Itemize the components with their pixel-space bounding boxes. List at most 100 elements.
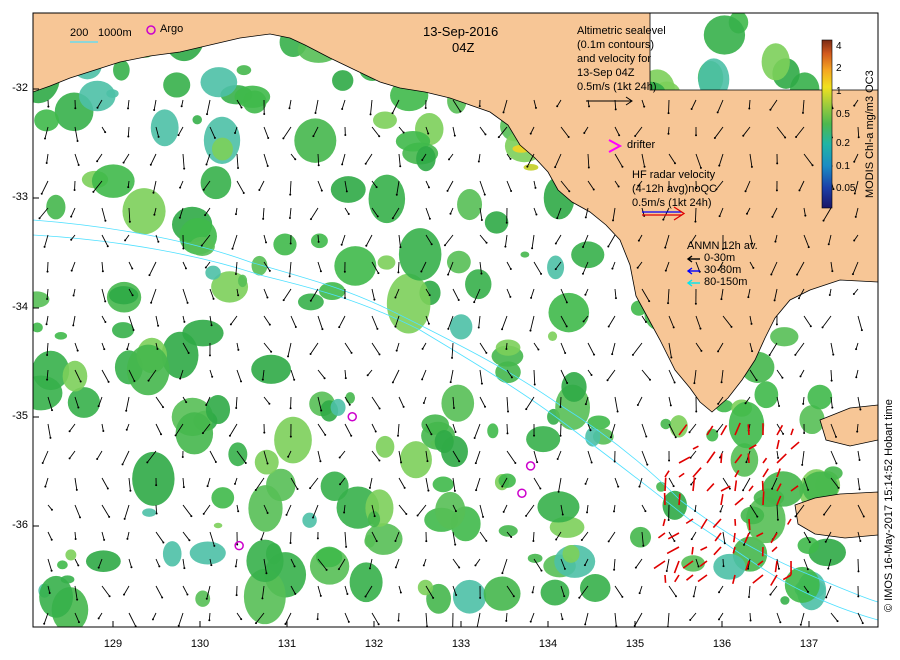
velocity-arrow-head <box>612 219 615 222</box>
velocity-arrow-head <box>563 567 566 570</box>
velocity-arrow-head <box>747 595 750 598</box>
velocity-arrow-head <box>324 433 327 436</box>
velocity-arrow-head <box>665 570 668 573</box>
colorbar-tick: 0.2 <box>836 138 850 149</box>
velocity-arrow-head <box>648 300 651 303</box>
velocity-arrow-head <box>97 566 100 569</box>
velocity-arrow-head <box>851 273 854 276</box>
velocity-arrow-head <box>126 348 129 351</box>
velocity-arrow-head <box>643 105 646 108</box>
velocity-arrow-head <box>831 270 834 273</box>
velocity-arrow-head <box>76 598 79 601</box>
chlorophyll-patch <box>85 550 121 572</box>
velocity-arrow-head <box>399 591 402 594</box>
velocity-arrow-head <box>449 212 452 215</box>
velocity-arrow-head <box>403 486 406 489</box>
velocity-arrow-head <box>268 323 271 326</box>
velocity-arrow-head <box>92 190 95 193</box>
velocity-arrow-head <box>212 297 215 300</box>
velocity-arrow-head <box>504 245 507 248</box>
velocity-arrow-head <box>592 188 595 191</box>
chlorophyll-patch <box>368 174 406 224</box>
map-date: 13-Sep-2016 <box>423 24 499 39</box>
velocity-arrow-head <box>634 134 637 137</box>
velocity-arrow-head <box>77 621 80 624</box>
chlorophyll-patch <box>377 255 396 270</box>
velocity-arrow-head <box>584 293 587 296</box>
velocity-arrow-head <box>645 435 648 438</box>
velocity-arrow-head <box>860 329 863 332</box>
velocity-arrow-head <box>76 349 79 352</box>
chlorophyll-patch <box>372 111 397 129</box>
velocity-arrow-head <box>208 354 211 357</box>
chlorophyll-patch <box>484 211 509 234</box>
velocity-arrow-head <box>314 112 317 115</box>
velocity-arrow-head <box>153 109 156 112</box>
velocity-arrow-head <box>127 186 130 189</box>
velocity-arrow-head <box>554 242 557 245</box>
velocity-arrow-head <box>808 541 811 544</box>
velocity-arrow-head <box>237 510 240 513</box>
velocity-arrow-head <box>378 135 381 138</box>
velocity-arrow-head <box>365 244 368 247</box>
velocity-arrow-head <box>669 404 672 407</box>
velocity-arrow-head <box>781 376 784 379</box>
chlorophyll-patch <box>452 579 487 614</box>
velocity-arrow-head <box>697 565 700 568</box>
velocity-arrow-head <box>613 568 616 571</box>
velocity-arrow-head <box>802 402 805 405</box>
velocity-arrow-head <box>747 296 750 299</box>
chlorophyll-patch <box>294 118 337 163</box>
velocity-arrow-head <box>263 113 266 116</box>
velocity-arrow-head <box>824 540 827 543</box>
y-tick-label: -35 <box>12 410 28 422</box>
chlorophyll-patch <box>483 576 521 611</box>
velocity-arrow-head <box>745 212 748 215</box>
chlorophyll-patch <box>311 233 328 249</box>
velocity-arrow-head <box>859 540 862 543</box>
velocity-arrow-head <box>774 240 777 243</box>
velocity-arrow-head <box>391 112 394 115</box>
chlorophyll-patch <box>579 574 611 602</box>
velocity-arrow-head <box>107 380 110 383</box>
altimetry-line3: and velocity for <box>577 53 651 65</box>
velocity-arrow-head <box>344 134 347 137</box>
chlorophyll-patch <box>332 70 354 91</box>
velocity-arrow-head <box>319 460 322 463</box>
altimetry-line5: 0.5m/s (1kt 24h) <box>577 81 657 93</box>
chlorophyll-patch <box>236 65 252 76</box>
velocity-arrow-head <box>858 488 861 491</box>
velocity-arrow-head <box>325 568 328 571</box>
hf-radar-arrow <box>762 491 765 506</box>
colorbar-label: MODIS Chl-a mg/m3 OC3 <box>864 70 876 198</box>
velocity-arrow-head <box>480 382 483 385</box>
velocity-arrow-head <box>534 106 537 109</box>
velocity-arrow-head <box>556 105 559 108</box>
velocity-arrow-head <box>339 483 342 486</box>
chlorophyll-patch <box>432 476 454 493</box>
velocity-arrow-head <box>127 135 130 138</box>
velocity-arrow-head <box>453 134 456 137</box>
x-tick-label: 129 <box>103 638 123 650</box>
velocity-arrow-head <box>394 296 397 299</box>
chlorophyll-patch <box>345 392 355 404</box>
velocity-arrow <box>155 504 158 514</box>
velocity-arrow-head <box>593 353 596 356</box>
velocity-arrow-head <box>153 213 156 216</box>
velocity-arrow-head <box>378 407 381 410</box>
velocity-arrow-head <box>133 379 136 382</box>
chlorophyll-patch <box>713 553 746 580</box>
velocity-arrow-head <box>795 136 798 139</box>
velocity-arrow-head <box>749 619 752 622</box>
velocity-arrow-head <box>606 379 609 382</box>
velocity-arrow-head <box>859 408 862 411</box>
velocity-arrow-head <box>479 596 482 599</box>
velocity-arrow-head <box>618 134 621 137</box>
velocity-arrow-head <box>182 486 185 489</box>
velocity-arrow-head <box>73 188 76 191</box>
velocity-arrow-head <box>288 217 291 220</box>
velocity-arrow-head <box>160 433 163 436</box>
velocity-arrow-head <box>373 298 376 301</box>
chlorophyll-patch <box>540 579 570 606</box>
y-tick-label: -36 <box>12 519 28 531</box>
